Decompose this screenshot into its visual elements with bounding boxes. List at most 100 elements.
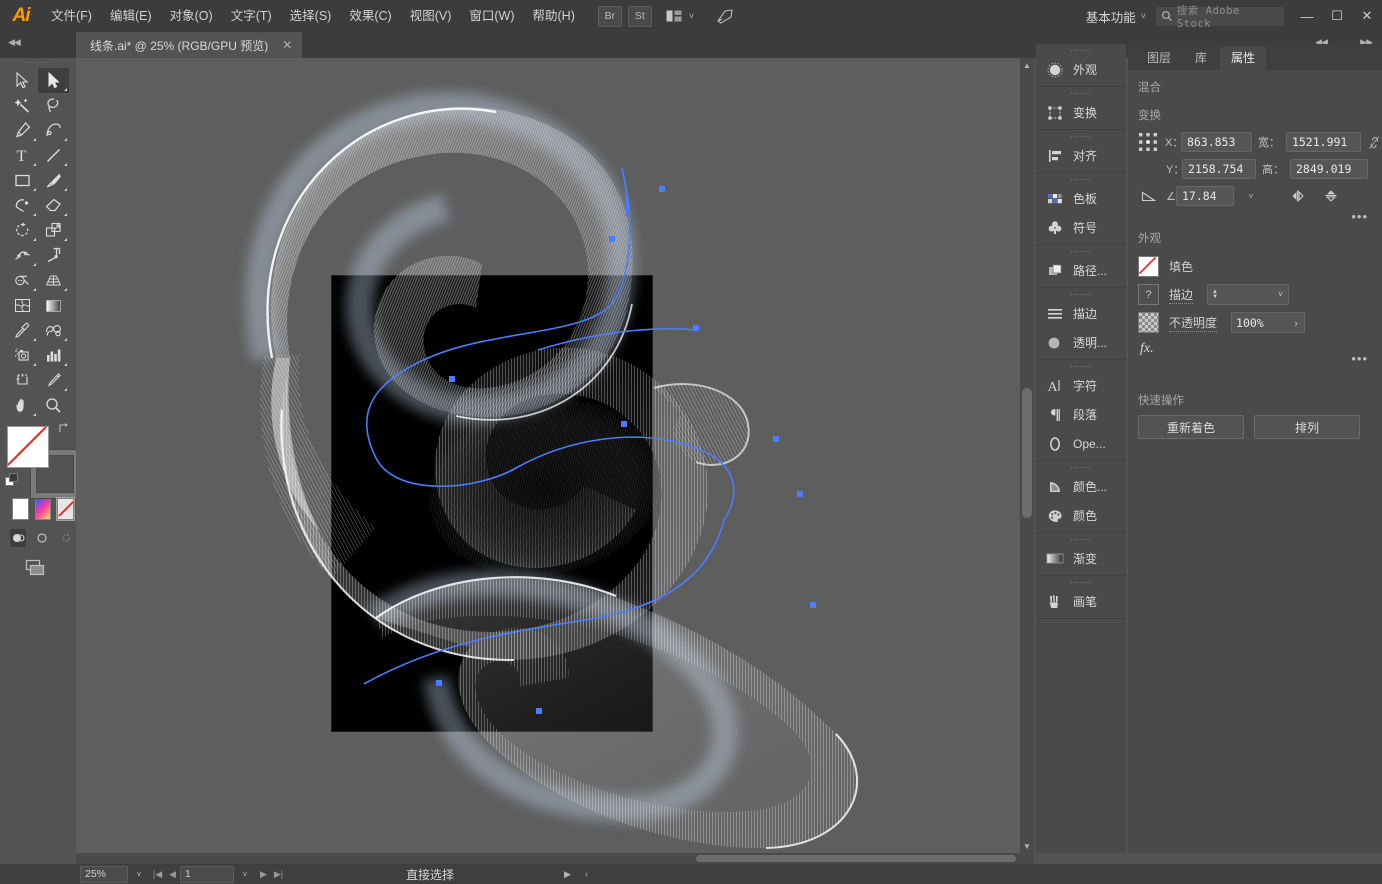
menu-type[interactable]: 文字(T) — [222, 0, 281, 32]
dock-item-transparency[interactable]: 透明... — [1036, 328, 1126, 357]
angle-input[interactable]: 17.84 — [1176, 186, 1234, 206]
menu-object[interactable]: 对象(O) — [161, 0, 222, 32]
prev-artboard-button[interactable]: ◀ — [165, 869, 180, 880]
close-button[interactable]: ✕ — [1352, 0, 1382, 32]
width-input[interactable]: 1521.991 — [1285, 132, 1361, 152]
menu-edit[interactable]: 编辑(E) — [101, 0, 161, 32]
dock-item-character[interactable]: A 字符 — [1036, 371, 1126, 400]
status-bar-menu[interactable]: ▶ ‹ — [564, 869, 588, 880]
workspace-switcher[interactable]: 基本功能 — [1086, 7, 1136, 26]
dock-item-brushes[interactable]: 画笔 — [1036, 587, 1126, 616]
none-mode-button[interactable] — [56, 497, 75, 521]
dock-drag-handle[interactable] — [1036, 463, 1126, 472]
dock-drag-handle[interactable] — [1036, 46, 1126, 55]
toolbar-collapse-icon[interactable]: ◀◀ — [8, 37, 21, 48]
document-tab-close-icon[interactable]: ✕ — [282, 38, 292, 52]
draw-inside-mode-button[interactable] — [58, 529, 74, 547]
draw-behind-mode-button[interactable] — [34, 529, 50, 547]
lasso-tool[interactable] — [38, 93, 69, 118]
eraser-tool[interactable] — [38, 193, 69, 218]
dock-item-symbols[interactable]: 符号 — [1036, 213, 1126, 242]
dock-item-transform[interactable]: 变换 — [1036, 98, 1126, 127]
column-graph-tool[interactable] — [38, 343, 69, 368]
artboard-number-input[interactable]: 1 — [180, 865, 234, 883]
rotate-tool[interactable] — [7, 218, 38, 243]
minimize-button[interactable]: — — [1292, 0, 1322, 32]
status-chevron-left-icon[interactable]: ‹ — [585, 869, 588, 880]
menu-help[interactable]: 帮助(H) — [524, 0, 584, 32]
color-swatch-mode-button[interactable] — [12, 498, 29, 520]
dock-drag-handle[interactable] — [1036, 247, 1126, 256]
fill-stroke-control[interactable] — [5, 423, 79, 498]
tab-properties[interactable]: 属性 — [1220, 47, 1267, 70]
paintbrush-tool[interactable] — [38, 168, 69, 193]
selection-tool[interactable] — [7, 68, 38, 93]
document-canvas[interactable] — [76, 58, 1034, 853]
dock-item-stroke[interactable]: 描边 — [1036, 299, 1126, 328]
dock-drag-handle[interactable] — [1036, 132, 1126, 141]
type-tool[interactable]: T — [7, 143, 38, 168]
shape-builder-tool[interactable] — [7, 268, 38, 293]
scroll-down-icon[interactable]: ▼ — [1020, 839, 1034, 853]
opacity-value[interactable]: 100% — [1232, 316, 1288, 330]
free-transform-tool[interactable] — [38, 243, 69, 268]
fill-swatch-button[interactable] — [1138, 256, 1159, 277]
transform-more-options-icon[interactable]: ••• — [1351, 209, 1368, 224]
y-input[interactable]: 2158.754 — [1182, 159, 1256, 179]
menu-select[interactable]: 选择(S) — [281, 0, 341, 32]
scroll-v-thumb[interactable] — [1022, 388, 1032, 518]
zoom-level-input[interactable]: 25% — [80, 865, 128, 883]
opacity-chevron-right-icon[interactable]: › — [1288, 318, 1304, 328]
dock-item-color-guide[interactable]: 颜色... — [1036, 472, 1126, 501]
curvature-tool[interactable] — [38, 118, 69, 143]
canvas-horizontal-scrollbar[interactable] — [76, 853, 1034, 864]
document-tab[interactable]: 线条.ai* @ 25% (RGB/GPU 预览) ✕ — [76, 32, 303, 58]
direct-selection-tool[interactable] — [38, 68, 69, 93]
menu-view[interactable]: 视图(V) — [401, 0, 461, 32]
reference-point-grid-icon[interactable] — [1138, 131, 1159, 153]
dock-item-appearance[interactable]: 外观 — [1036, 55, 1126, 84]
rocket-icon[interactable] — [714, 6, 736, 26]
stroke-weight-stepper-icon[interactable]: ▲ ▼ — [1208, 289, 1222, 300]
symbol-sprayer-tool[interactable] — [7, 343, 38, 368]
opacity-control[interactable]: 100% › — [1231, 312, 1306, 333]
first-artboard-button[interactable]: |◀ — [150, 869, 165, 880]
dock-drag-handle[interactable] — [1036, 89, 1126, 98]
menu-window[interactable]: 窗口(W) — [460, 0, 523, 32]
stock-button[interactable]: St — [627, 5, 652, 27]
maximize-button[interactable]: ☐ — [1322, 0, 1352, 32]
menu-file[interactable]: 文件(F) — [42, 0, 101, 32]
dock-item-gradient[interactable]: 渐变 — [1036, 544, 1126, 573]
dock-item-color[interactable]: 颜色 — [1036, 501, 1126, 530]
dock-drag-handle[interactable] — [1036, 290, 1126, 299]
gradient-tool[interactable] — [38, 293, 69, 318]
perspective-grid-tool[interactable] — [38, 268, 69, 293]
search-input[interactable]: 搜索 Adobe Stock — [1156, 5, 1284, 30]
dock-drag-handle[interactable] — [1036, 175, 1126, 184]
dock-item-pathfinder[interactable]: 路径... — [1036, 256, 1126, 285]
menu-effect[interactable]: 效果(C) — [340, 0, 400, 32]
hand-tool[interactable] — [7, 393, 38, 418]
arrange-chevron-down-icon[interactable]: ˅ — [689, 11, 694, 21]
draw-normal-mode-button[interactable] — [10, 529, 26, 547]
dock-drag-handle[interactable] — [1036, 578, 1126, 587]
angle-chevron-down-icon[interactable]: ˅ — [1240, 192, 1262, 201]
arrange-button[interactable]: 排列 — [1254, 415, 1360, 439]
magic-wand-tool[interactable] — [7, 93, 38, 118]
status-play-icon[interactable]: ▶ — [564, 869, 571, 880]
height-input[interactable]: 2849.019 — [1290, 159, 1368, 179]
stroke-swatch-button[interactable]: ? — [1138, 284, 1159, 305]
line-segment-tool[interactable] — [38, 143, 69, 168]
shaper-tool[interactable] — [7, 193, 38, 218]
eyedropper-tool[interactable] — [7, 318, 38, 343]
stroke-chevron-down-icon[interactable]: ˅ — [1273, 290, 1288, 299]
appearance-more-options-icon[interactable]: ••• — [1351, 351, 1368, 366]
pen-tool[interactable] — [7, 118, 38, 143]
canvas-vertical-scrollbar[interactable]: ▲ ▼ — [1020, 58, 1034, 853]
scroll-up-icon[interactable]: ▲ — [1020, 58, 1034, 72]
zoom-chevron-down-icon[interactable]: ˅ — [128, 870, 150, 879]
swap-fill-stroke-icon[interactable] — [58, 422, 71, 438]
recolor-button[interactable]: 重新着色 — [1138, 415, 1244, 439]
flip-vertical-icon[interactable] — [1322, 187, 1340, 205]
mesh-tool[interactable] — [7, 293, 38, 318]
